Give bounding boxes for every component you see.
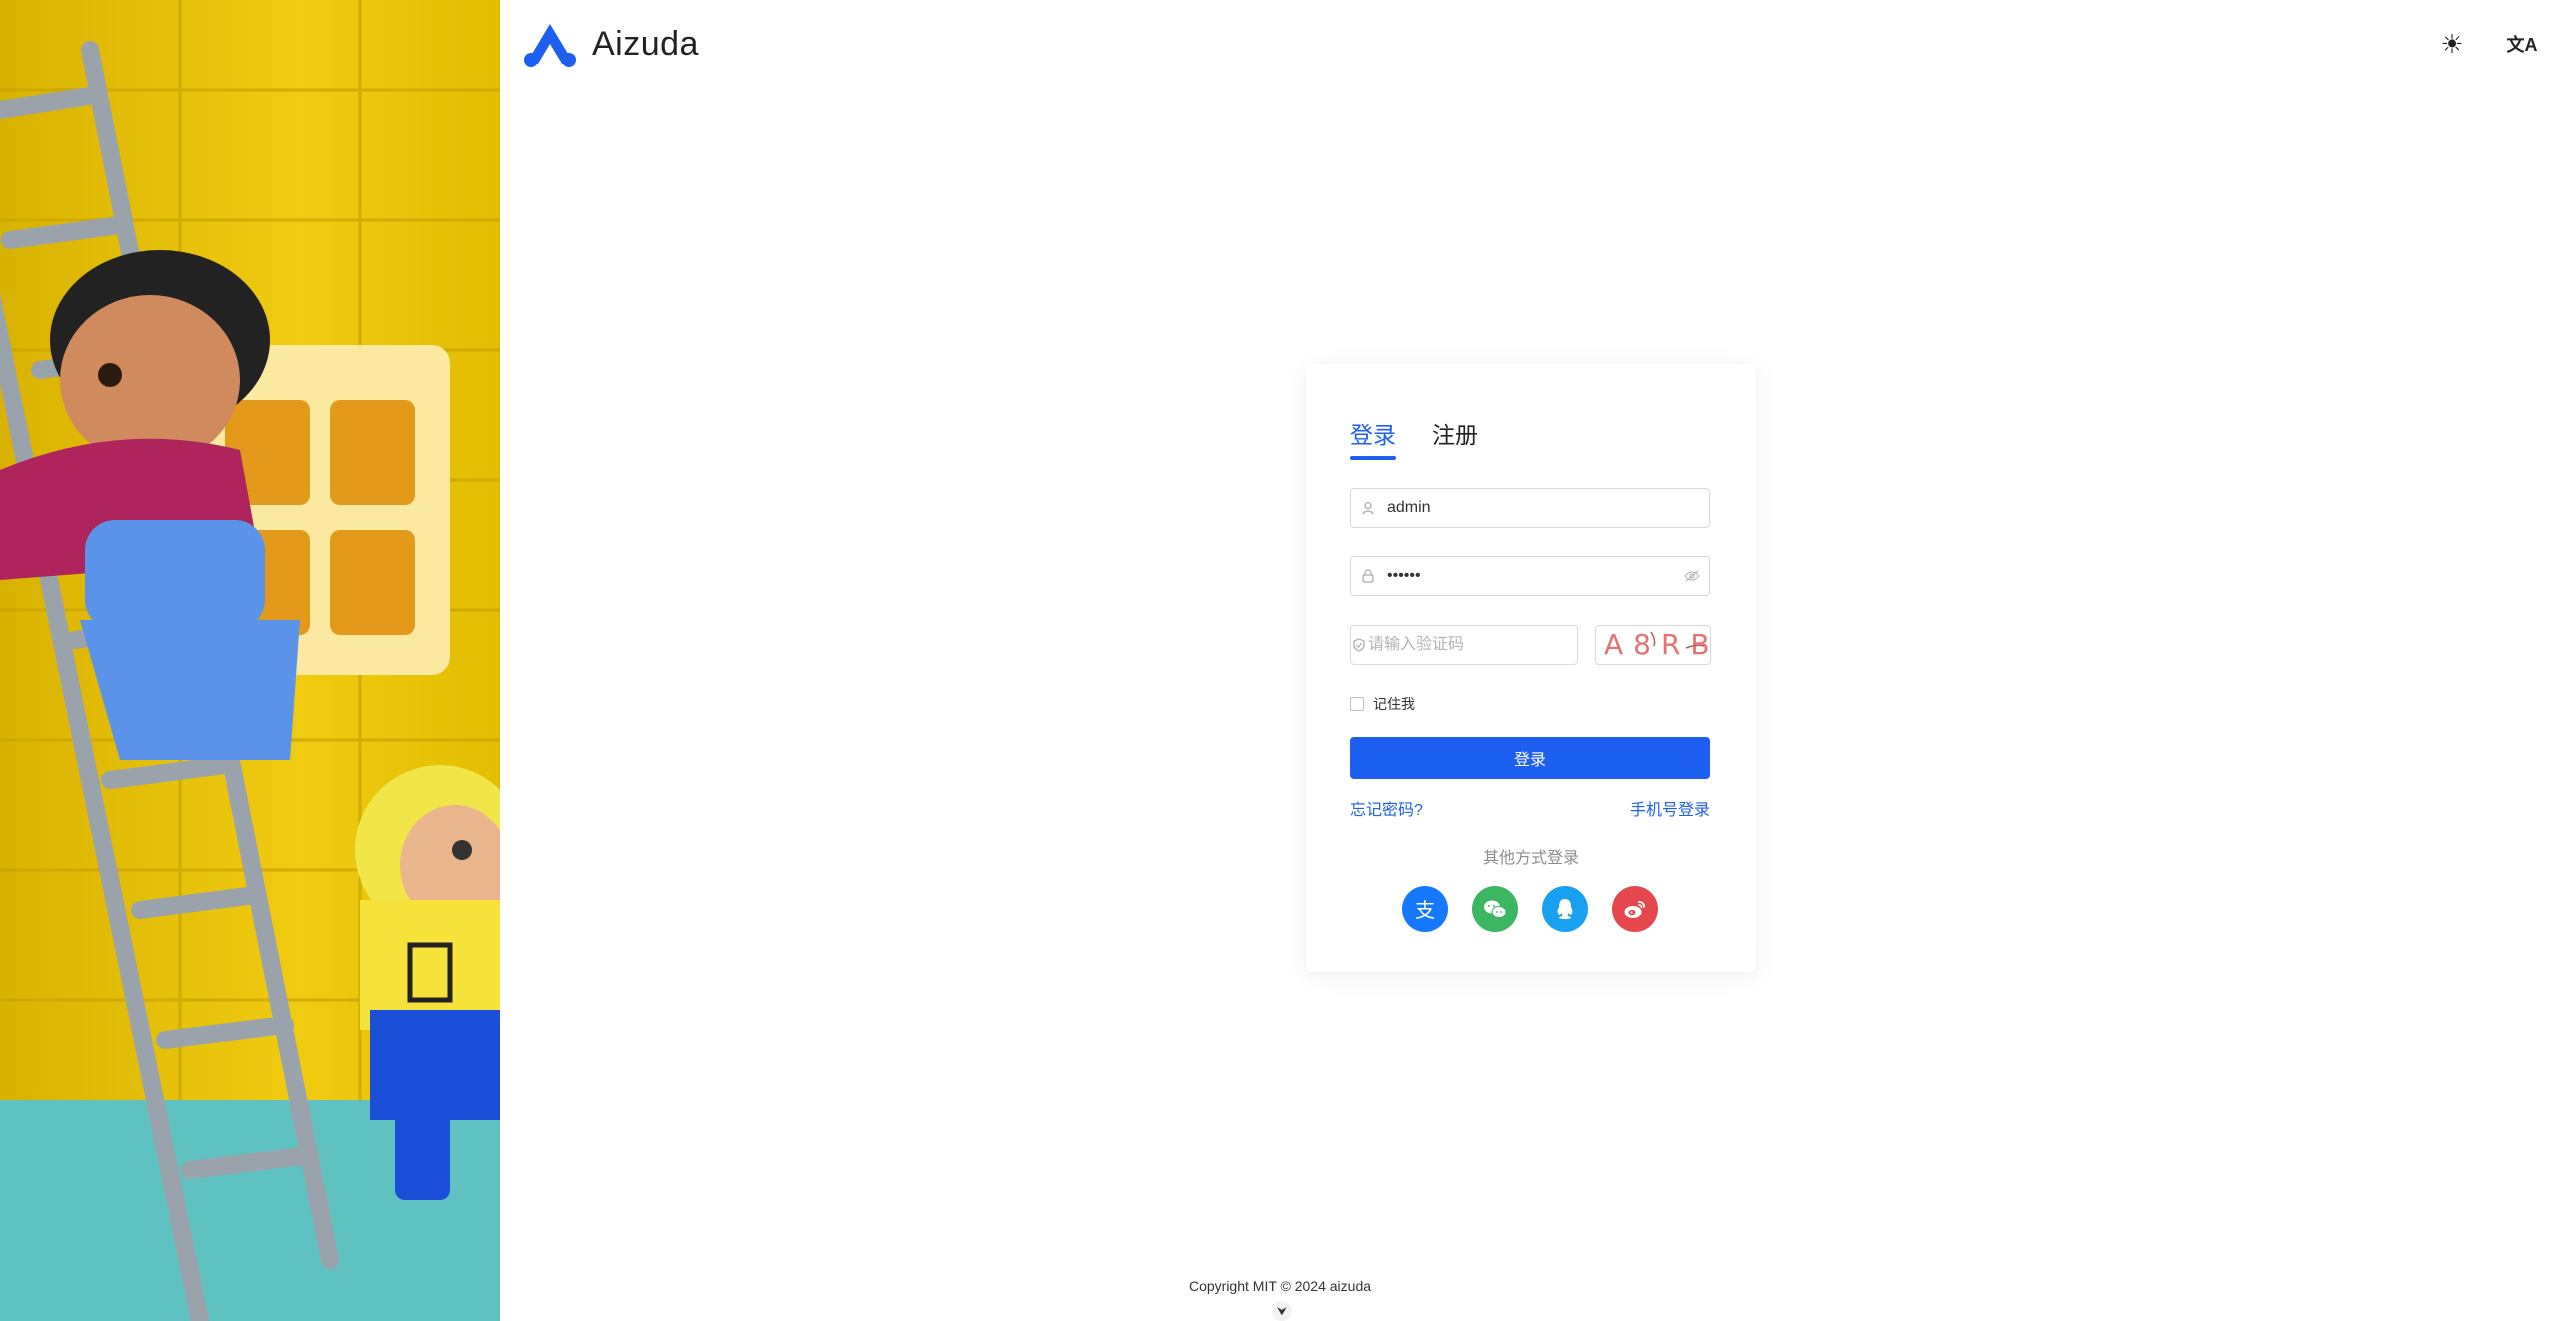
wechat-icon[interactable] — [1472, 886, 1518, 932]
captcha-input[interactable] — [1366, 625, 1577, 665]
sun-icon[interactable]: ☀ — [2434, 26, 2470, 62]
toy-figures-illustration — [0, 0, 500, 1321]
captcha-image[interactable]: A8RB — [1595, 625, 1711, 665]
password-field[interactable] — [1350, 556, 1710, 596]
brand: Aizuda — [522, 18, 699, 70]
captcha-text: A8RB — [1604, 628, 1710, 661]
copyright-label: Copyright MIT © 2024 aizuda — [1188, 1278, 1372, 1294]
captcha-field[interactable] — [1350, 625, 1578, 665]
svg-text:支: 支 — [1415, 898, 1435, 922]
remember-checkbox[interactable] — [1350, 697, 1364, 711]
remember-label: 记住我 — [1373, 696, 1415, 712]
login-tabs: 登录 注册 — [1350, 416, 1478, 460]
tab-register[interactable]: 注册 — [1432, 416, 1478, 458]
username-input[interactable] — [1385, 488, 1709, 528]
login-button[interactable]: 登录 — [1350, 737, 1710, 779]
login-illustration — [0, 0, 500, 1321]
qq-icon[interactable] — [1542, 886, 1588, 932]
user-icon — [1351, 501, 1385, 515]
username-field[interactable] — [1350, 488, 1710, 528]
brand-name: Aizuda — [592, 24, 699, 63]
tab-login[interactable]: 登录 — [1350, 416, 1396, 460]
shield-check-icon — [1351, 638, 1366, 652]
other-login-methods-label: 其他方式登录 — [1482, 850, 1579, 867]
top-actions: ☀ 文A — [2434, 26, 2540, 62]
remember-me[interactable]: 记住我 — [1350, 694, 1415, 714]
copyright-text: Copyright MIT © 2024 aizuda — [0, 1278, 2060, 1294]
forgot-password-link[interactable]: 忘记密码? — [1350, 796, 1423, 820]
phone-login-link[interactable]: 手机号登录 — [1630, 796, 1710, 820]
collapse-icon[interactable]: ⮟ — [1272, 1301, 1292, 1321]
translate-icon[interactable]: 文A — [2504, 26, 2540, 62]
aizuda-logo-icon — [524, 24, 576, 67]
eye-icon[interactable] — [1675, 570, 1709, 582]
weibo-icon[interactable] — [1612, 886, 1658, 932]
lock-icon — [1351, 569, 1385, 583]
alipay-icon[interactable]: 支 — [1402, 886, 1448, 932]
login-card: 登录 注册 A8RB 记住我 登录 忘记密码? 手机号登录 — [1306, 364, 1756, 972]
password-input[interactable] — [1385, 556, 1675, 596]
social-login-list: 支 — [1402, 886, 1658, 932]
